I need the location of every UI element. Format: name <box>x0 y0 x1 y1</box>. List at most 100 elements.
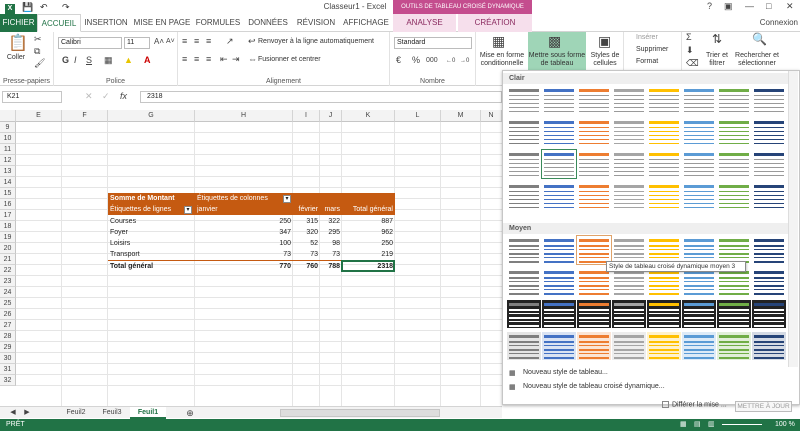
save-icon[interactable]: 💾 <box>22 2 33 13</box>
merge-icon[interactable]: ⇔ <box>248 54 257 64</box>
pivot-column-labels[interactable]: Étiquettes de colonnes <box>197 193 283 204</box>
row-header[interactable]: 10 <box>0 133 16 144</box>
font-name-combo[interactable]: Calibri <box>58 37 122 49</box>
borders-icon[interactable]: ▦ <box>104 55 113 65</box>
pivot-style-swatch[interactable] <box>612 268 646 296</box>
help-icon[interactable]: ? <box>707 1 712 11</box>
pivot-style-swatch[interactable] <box>577 182 611 210</box>
pivot-row-label[interactable]: Transport <box>110 249 194 260</box>
normal-view-icon[interactable]: ▦ <box>680 419 687 431</box>
ribbon-options-icon[interactable]: ▣ <box>724 1 733 12</box>
align-right-icon[interactable]: ≡ <box>206 54 211 64</box>
paste-icon[interactable]: 📋 <box>8 36 28 52</box>
increase-decimal-icon[interactable]: ←0 <box>446 56 455 66</box>
row-header[interactable]: 23 <box>0 276 16 287</box>
conditional-format-icon[interactable]: ▦ <box>492 34 505 48</box>
pivot-style-swatch[interactable] <box>542 118 576 146</box>
delete-button[interactable]: Supprimer <box>636 46 668 54</box>
pivot-col-header[interactable]: février <box>293 204 320 215</box>
row-header[interactable]: 24 <box>0 287 16 298</box>
pivot-style-swatch[interactable] <box>612 332 646 360</box>
tab-creation[interactable]: CRÉATION <box>458 14 532 32</box>
next-sheet-icon[interactable]: ▶ <box>22 407 32 419</box>
undo-icon[interactable]: ↶ <box>40 2 48 13</box>
pivot-style-swatch[interactable] <box>507 268 541 296</box>
column-header[interactable]: H <box>195 110 293 122</box>
pivot-style-swatch[interactable] <box>682 86 716 114</box>
align-top-icon[interactable]: ≡ <box>182 36 187 46</box>
wrap-text-icon[interactable]: ↩ <box>248 36 256 46</box>
paste-button[interactable]: Coller <box>2 54 30 62</box>
pivot-style-swatch[interactable] <box>612 150 646 178</box>
format-button[interactable]: Format <box>636 58 658 66</box>
row-header[interactable]: 28 <box>0 331 16 342</box>
enter-icon[interactable]: ✓ <box>102 91 110 102</box>
pivot-cell[interactable]: 887 <box>342 216 395 227</box>
row-header[interactable]: 18 <box>0 221 16 232</box>
column-header[interactable]: J <box>320 110 342 122</box>
pivot-style-swatch[interactable] <box>647 118 681 146</box>
pivot-style-swatch[interactable] <box>507 236 541 264</box>
pivot-col-header[interactable]: Total général <box>342 204 395 215</box>
pivot-row-labels[interactable]: Étiquettes de lignes <box>110 204 184 215</box>
connexion-link[interactable]: Connexion <box>752 14 798 32</box>
pivot-style-swatch[interactable] <box>752 150 786 178</box>
pivot-style-swatch[interactable] <box>682 332 716 360</box>
pivot-style-swatch[interactable] <box>647 236 681 264</box>
underline-button[interactable]: S <box>86 55 92 65</box>
row-header[interactable]: 31 <box>0 364 16 375</box>
insert-button[interactable]: Insérer <box>636 34 658 42</box>
pivot-cell[interactable]: 98 <box>320 238 342 249</box>
formula-input[interactable]: 2318 <box>140 91 502 103</box>
copy-icon[interactable]: ⧉ <box>34 46 40 56</box>
align-center-icon[interactable]: ≡ <box>194 54 199 64</box>
pivot-style-swatch[interactable] <box>647 182 681 210</box>
row-filter-icon[interactable]: ▾ <box>184 206 192 214</box>
pivot-style-swatch[interactable] <box>647 268 681 296</box>
pivot-cell[interactable]: 250 <box>195 216 293 227</box>
column-header[interactable]: E <box>16 110 62 122</box>
pivot-style-swatch[interactable] <box>507 118 541 146</box>
autosum-icon[interactable]: Σ <box>686 32 692 42</box>
orientation-icon[interactable]: ↗ <box>226 36 234 46</box>
pivot-cell[interactable]: 322 <box>320 216 342 227</box>
cell-styles-button[interactable]: Styles de cellules <box>586 52 624 68</box>
pivot-cell[interactable]: 347 <box>195 227 293 238</box>
pivot-style-swatch[interactable] <box>647 150 681 178</box>
select-all[interactable] <box>0 110 16 122</box>
merge-center-button[interactable]: Fusionner et centrer <box>258 56 321 64</box>
tab-fichier[interactable]: FICHIER <box>0 14 37 32</box>
pivot-style-swatch[interactable] <box>576 235 612 265</box>
spreadsheet-grid[interactable]: E F G H I J K L M N 9 10 11 12 13 14 15 … <box>0 110 502 406</box>
page-break-icon[interactable]: ▥ <box>708 419 715 431</box>
column-header[interactable]: I <box>293 110 320 122</box>
pivot-style-swatch[interactable] <box>717 332 751 360</box>
pivot-cell[interactable]: 73 <box>195 249 293 260</box>
new-sheet-icon[interactable]: ⊕ <box>184 407 196 419</box>
pivot-style-swatch[interactable] <box>507 86 541 114</box>
tab-donnees[interactable]: DONNÉES <box>245 14 291 32</box>
pivot-cell[interactable]: 295 <box>320 227 342 238</box>
new-table-style-link[interactable]: Nouveau style de tableau... <box>523 369 608 376</box>
pivot-style-swatch[interactable] <box>577 86 611 114</box>
pivot-value-label[interactable]: Somme de Montant <box>110 193 194 204</box>
clear-icon[interactable]: ⌫ <box>686 58 699 68</box>
thousands-button[interactable]: 000 <box>426 56 438 66</box>
pivot-style-swatch[interactable] <box>647 332 681 360</box>
pivot-style-swatch[interactable] <box>612 236 646 264</box>
pivot-col-header[interactable]: mars <box>320 204 342 215</box>
pivot-style-swatch[interactable] <box>542 86 576 114</box>
find-select-button[interactable]: Rechercher et sélectionner <box>734 52 780 68</box>
pivot-cell[interactable]: 320 <box>293 227 320 238</box>
pivot-style-swatch[interactable] <box>717 236 751 264</box>
pivot-style-swatch[interactable] <box>717 86 751 114</box>
pivot-style-swatch[interactable] <box>577 118 611 146</box>
update-button[interactable]: METTRE À JOUR <box>735 401 792 412</box>
horizontal-scrollbar[interactable] <box>280 409 440 417</box>
italic-button[interactable]: I <box>74 55 77 65</box>
cut-icon[interactable]: ✂ <box>34 34 42 44</box>
tab-revision[interactable]: RÉVISION <box>294 14 338 32</box>
pivot-style-swatch[interactable] <box>507 300 541 328</box>
row-header[interactable]: 21 <box>0 254 16 265</box>
row-header[interactable]: 30 <box>0 353 16 364</box>
